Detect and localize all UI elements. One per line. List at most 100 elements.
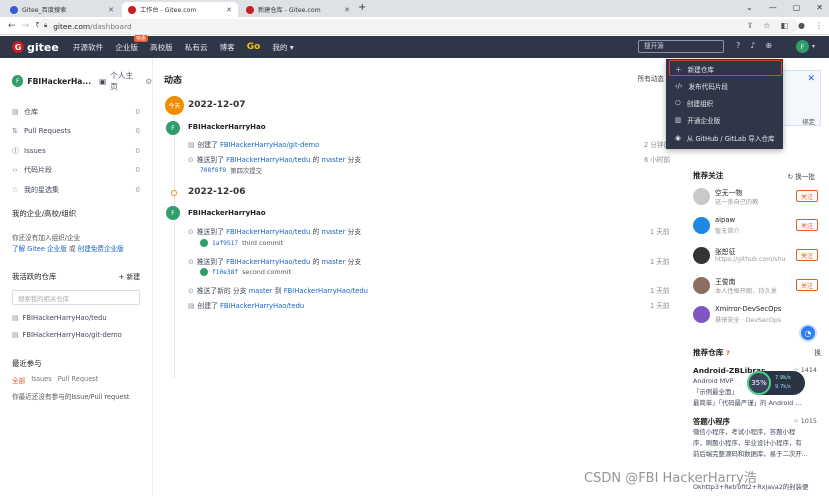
sidebar-item-snippets[interactable]: ‹› 代码片段 0 xyxy=(0,161,152,181)
nav-open-source[interactable]: 开源软件 xyxy=(73,42,103,53)
repo-link[interactable]: FBIHackerHarryHao/git-demo xyxy=(220,141,319,149)
feed-username[interactable]: FBIHackerHarryHao xyxy=(188,209,266,217)
close-tab-icon[interactable]: ✕ xyxy=(108,6,114,14)
tab-all[interactable]: 全部 xyxy=(12,375,25,385)
forward-icon[interactable]: → xyxy=(22,21,30,31)
tab-pull-request[interactable]: Pull Request xyxy=(58,375,99,385)
follow-button[interactable]: 关注 xyxy=(796,249,818,261)
back-icon[interactable]: ← xyxy=(8,21,16,31)
feed-filter[interactable]: 所有动态 xyxy=(638,73,664,83)
help-circle-icon: ? xyxy=(726,349,730,357)
new-tab-icon[interactable]: + xyxy=(358,2,366,13)
event-suffix: 分支 xyxy=(347,228,362,236)
repo-link[interactable]: FBIHackerHarryHao/tedu xyxy=(226,228,310,236)
add-icon[interactable]: ⊕ xyxy=(765,41,772,50)
user-avatar[interactable]: F xyxy=(796,40,809,53)
avatar[interactable]: F xyxy=(166,121,180,135)
avatar[interactable] xyxy=(693,306,710,323)
menu-item-import[interactable]: ◉ 从 GitHub / GitLab 导入仓库 xyxy=(675,133,775,143)
sidebar-item-stars[interactable]: ☆ 我的星选集 0 xyxy=(0,180,152,200)
floating-action-button[interactable]: ◔ xyxy=(799,324,817,342)
nav-go[interactable]: Go xyxy=(247,42,261,52)
sidebar-item-issues[interactable]: ⓵ Issues 0 xyxy=(0,141,152,161)
search-input[interactable]: 搜开源 xyxy=(638,40,724,53)
avatar-chevron-icon[interactable]: ▾ xyxy=(812,43,815,50)
menu-item-enterprise[interactable]: ▥ 开通企业版 xyxy=(675,115,720,125)
minimize-icon[interactable]: — xyxy=(769,3,777,12)
feed-username[interactable]: FBIHackerHarryHao xyxy=(188,123,266,131)
sidebar-item-repos[interactable]: ▤ 仓库 0 xyxy=(0,102,152,122)
event-time: 1 天前 xyxy=(650,228,670,236)
learn-enterprise-link[interactable]: 了解 Gitee 企业版 xyxy=(12,245,67,253)
close-tab-icon[interactable]: ✕ xyxy=(344,6,350,14)
person-name[interactable]: aipaw xyxy=(715,216,735,224)
menu-label: Pull Requests xyxy=(24,127,71,136)
repo-link[interactable]: FBIHackerHarryHao/tedu xyxy=(284,287,368,295)
branch-link[interactable]: master xyxy=(249,287,273,295)
network-speed-widget[interactable]: 35% 7.9k/s 9.7k/s xyxy=(747,371,805,395)
menu-item-new-snippet[interactable]: ‹/› 发布代码片段 xyxy=(675,81,728,91)
home-link[interactable]: 个人主页 xyxy=(110,70,139,92)
nav-blog[interactable]: 博客 xyxy=(220,42,235,53)
tab-search-icon[interactable]: ⌄ xyxy=(746,3,753,12)
menu-icon[interactable]: ⋮ xyxy=(815,21,823,30)
repo-link[interactable]: FBIHackerHarryHao/tedu xyxy=(226,258,310,266)
person-name[interactable]: 空无一物 xyxy=(715,187,742,197)
follow-refresh[interactable]: ↻ 换一批 xyxy=(788,171,815,181)
nav-enterprise[interactable]: 企业版 特惠 xyxy=(115,34,148,53)
branch-link[interactable]: master xyxy=(321,258,345,266)
repo-link[interactable]: FBIHackerHarryHao/tedu xyxy=(220,302,304,310)
follow-button[interactable]: 关注 xyxy=(796,279,818,291)
close-icon[interactable]: ✕ xyxy=(807,74,815,84)
browser-tab-new-repo[interactable]: 新建仓库 - Gitee.com ✕ xyxy=(240,2,356,17)
browser-tab-dashboard[interactable]: 工作台 - Gitee.com ✕ xyxy=(122,2,238,17)
commit-sha[interactable]: 1af9517 xyxy=(212,240,238,247)
commit-sha[interactable]: 708f6f9 xyxy=(200,167,226,174)
avatar[interactable] xyxy=(693,188,710,205)
help-icon[interactable]: ? xyxy=(736,41,740,50)
sidebar-item-pull-requests[interactable]: ⇅ Pull Requests 0 xyxy=(0,122,152,142)
avatar[interactable] xyxy=(693,277,710,294)
new-repo-link[interactable]: + 新建 xyxy=(119,271,140,282)
gitee-logo[interactable]: G gitee xyxy=(12,41,59,54)
bell-icon[interactable]: ♪ xyxy=(750,41,755,50)
branch-link[interactable]: master xyxy=(321,156,345,164)
share-icon[interactable]: ⇪ xyxy=(747,21,754,30)
menu-item-new-repo[interactable]: ＋ 新建仓库 xyxy=(675,64,714,74)
sidebar-icon[interactable]: ◧ xyxy=(780,21,788,30)
nav-education[interactable]: 高校版 xyxy=(150,42,173,53)
repos-title: 我活跃的仓库 xyxy=(12,271,57,281)
person-name[interactable]: 张恕征 xyxy=(715,246,735,256)
bookmark-star-icon[interactable]: ☆ xyxy=(763,21,770,30)
commit-row: 708f6f9 第四次提交 xyxy=(200,166,262,175)
username[interactable]: FBIHackerHa... xyxy=(27,77,91,86)
tab-issues[interactable]: Issues xyxy=(31,375,52,385)
person-name[interactable]: 王俊南 xyxy=(715,276,735,286)
follow-more-label: 换一批 xyxy=(795,173,815,181)
avatar[interactable] xyxy=(693,217,710,234)
maximize-icon[interactable]: ▢ xyxy=(793,3,801,12)
settings-gear-icon[interactable]: ⚙ xyxy=(145,77,152,86)
repo-search-input[interactable]: 搜索我的相关仓库 xyxy=(12,289,140,305)
repo-link[interactable]: FBIHackerHarryHao/tedu xyxy=(226,156,310,164)
commit-sha[interactable]: f10e38f xyxy=(212,269,238,276)
create-enterprise-link[interactable]: 创建免费企业版 xyxy=(78,245,124,253)
nav-private-cloud[interactable]: 私有云 xyxy=(185,42,208,53)
branch-link[interactable]: master xyxy=(321,228,345,236)
repo-rec-refresh[interactable]: 换 xyxy=(814,347,821,357)
follow-button[interactable]: 关注 xyxy=(796,190,818,202)
list-item[interactable]: ▤ FBIHackerHarryHao/tedu xyxy=(0,310,152,327)
avatar[interactable]: F xyxy=(166,206,180,220)
menu-item-new-org[interactable]: ⎔ 创建组织 xyxy=(675,98,713,108)
avatar[interactable] xyxy=(693,247,710,264)
list-item[interactable]: ▤ FBIHackerHarryHao/git-demo xyxy=(0,327,152,344)
nav-mine[interactable]: 我的 ▾ xyxy=(272,42,293,53)
url-field[interactable]: 🔒︎ gitee.com/dashboard xyxy=(38,19,798,33)
avatar[interactable]: F xyxy=(12,75,24,87)
person-name[interactable]: Xmirror-DevSecOps xyxy=(715,305,781,313)
close-tab-icon[interactable]: ✕ xyxy=(226,6,232,14)
follow-button[interactable]: 关注 xyxy=(796,219,818,231)
profile-icon[interactable]: ● xyxy=(798,21,805,30)
browser-tab-baidu[interactable]: Gitee_百度搜索 ✕ xyxy=(4,2,120,17)
close-window-icon[interactable]: ✕ xyxy=(816,3,823,12)
